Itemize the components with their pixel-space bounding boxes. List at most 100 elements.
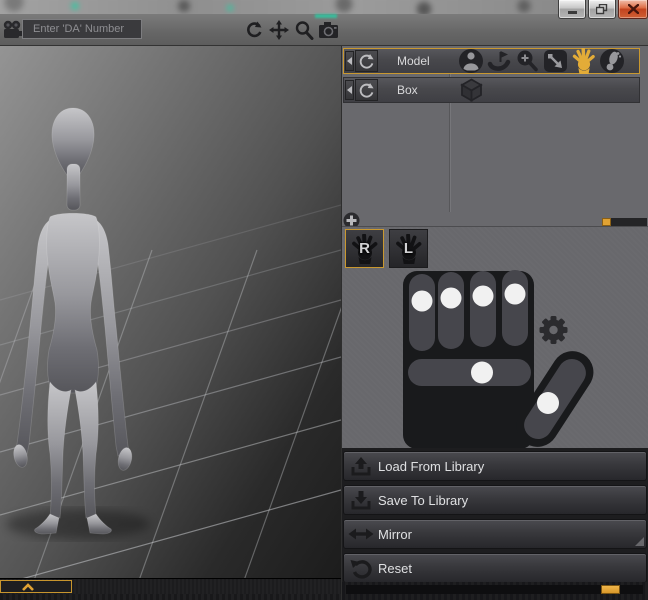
spread-track[interactable] <box>408 359 531 386</box>
thumb-knob[interactable] <box>537 392 559 414</box>
foot-pose-icon[interactable] <box>599 48 626 74</box>
finger-track-ring[interactable] <box>470 271 496 347</box>
load-from-library-button[interactable]: Load From Library <box>343 451 647 481</box>
magnifier-icon <box>295 21 313 40</box>
reset-button[interactable]: Reset <box>343 553 647 583</box>
panel-bottom-bar <box>342 582 648 600</box>
button-label: Load From Library <box>378 458 485 474</box>
triangle-left-icon <box>347 57 352 65</box>
triangle-left-icon <box>347 86 352 94</box>
viewport-column <box>0 46 341 600</box>
zoom-plus-icon[interactable] <box>514 48 541 74</box>
finger-track-index[interactable] <box>409 274 435 351</box>
close-button[interactable] <box>618 0 648 19</box>
rotate-view-button[interactable] <box>243 18 264 42</box>
finger-track-middle[interactable] <box>438 272 464 349</box>
finger-knob-pinky[interactable] <box>504 283 526 305</box>
hand-action-buttons: Load From Library Save To Library Mirror… <box>342 448 648 583</box>
save-to-library-button[interactable]: Save To Library <box>343 485 647 515</box>
screenshot-button[interactable] <box>318 18 339 42</box>
button-label: Reset <box>378 560 412 576</box>
zoom-view-button[interactable] <box>293 18 314 42</box>
figure-icon[interactable] <box>458 48 485 74</box>
model-tool-icons <box>458 48 627 74</box>
hand-pose-icon[interactable] <box>570 48 598 74</box>
button-label: Mirror <box>378 526 412 542</box>
top-toolbar <box>0 14 648 46</box>
collapse-button[interactable] <box>345 80 354 100</box>
finger-knob-middle[interactable] <box>440 287 462 309</box>
finger-knob-ring[interactable] <box>472 285 494 307</box>
tab-right-hand[interactable]: R <box>345 229 384 268</box>
rotate-icon <box>246 21 262 38</box>
collapse-button[interactable] <box>345 51 354 71</box>
hand-settings-gear-icon[interactable] <box>539 316 568 344</box>
move-icon <box>268 20 289 40</box>
finger-knob-index[interactable] <box>411 290 433 312</box>
mannequin-figure[interactable] <box>6 107 150 539</box>
tab-letter: L <box>403 240 414 257</box>
tab-left-hand[interactable]: L <box>389 229 428 268</box>
cycle-icon <box>359 53 374 69</box>
camera-icon <box>319 22 338 38</box>
thumb-track <box>524 359 586 439</box>
restore-icon <box>596 3 608 14</box>
transform-arrow-icon[interactable] <box>542 48 569 74</box>
mirror-button[interactable]: Mirror <box>343 519 647 549</box>
button-label: Save To Library <box>378 492 469 508</box>
list-scrollbar[interactable] <box>602 218 647 226</box>
cycle-button[interactable] <box>355 50 378 72</box>
3d-viewport[interactable] <box>0 46 341 578</box>
main-area: Model Box R L Load From Library Save To … <box>0 46 648 600</box>
hand-diagram <box>403 270 594 449</box>
row-label: Model <box>397 54 430 68</box>
torso <box>46 212 100 394</box>
left-leg <box>47 380 72 519</box>
minimize-button[interactable] <box>558 0 586 19</box>
teal-dot-decoration <box>315 14 337 18</box>
tab-letter: R <box>359 240 370 257</box>
list-row-model[interactable]: Model <box>343 48 640 74</box>
upload-tray-icon <box>344 454 378 478</box>
undo-arrow-icon <box>344 557 378 579</box>
neck <box>66 163 81 211</box>
panel-scrollbar-thumb[interactable] <box>601 585 620 594</box>
pose-pin-icon[interactable] <box>486 48 513 74</box>
row-label: Box <box>397 83 418 97</box>
list-scrollbar-thumb[interactable] <box>602 218 611 226</box>
cube-icon[interactable] <box>458 77 485 103</box>
titlebar[interactable] <box>0 0 648 14</box>
chevron-up-icon <box>22 582 34 591</box>
window-bottom-edge <box>0 594 341 600</box>
film-camera-icon[interactable] <box>3 20 23 44</box>
download-tray-icon <box>344 488 378 512</box>
aero-glass-background <box>0 0 648 14</box>
finger-track-pinky[interactable] <box>502 270 528 346</box>
view-tools <box>243 18 339 42</box>
right-panel: Model Box R L Load From Library Save To … <box>341 46 648 600</box>
close-icon <box>627 4 639 14</box>
restore-button[interactable] <box>588 0 616 19</box>
app-window: Model <box>0 0 648 600</box>
timeline-expander-button[interactable] <box>0 580 72 593</box>
left-arm <box>14 219 51 455</box>
scene-object-list: Model Box <box>342 46 648 212</box>
figure-shadow <box>6 509 150 539</box>
spread-knob[interactable] <box>471 361 493 384</box>
hand-editor-panel: R L <box>342 226 648 449</box>
pan-view-button[interactable] <box>268 18 289 42</box>
resize-grip[interactable] <box>635 537 644 546</box>
minimize-icon <box>567 10 577 14</box>
cycle-button[interactable] <box>355 79 378 101</box>
palm-shape <box>403 271 534 449</box>
scene-canvas <box>0 107 341 578</box>
viewport-bottom-bar <box>0 578 341 600</box>
da-number-input[interactable] <box>22 19 142 39</box>
cycle-icon <box>359 82 374 98</box>
mirror-arrows-icon <box>344 524 378 544</box>
panel-scrollbar[interactable] <box>346 585 643 594</box>
right-leg <box>74 380 99 519</box>
list-row-box[interactable]: Box <box>343 77 640 103</box>
thumb-base <box>516 351 594 447</box>
window-controls <box>558 0 648 19</box>
